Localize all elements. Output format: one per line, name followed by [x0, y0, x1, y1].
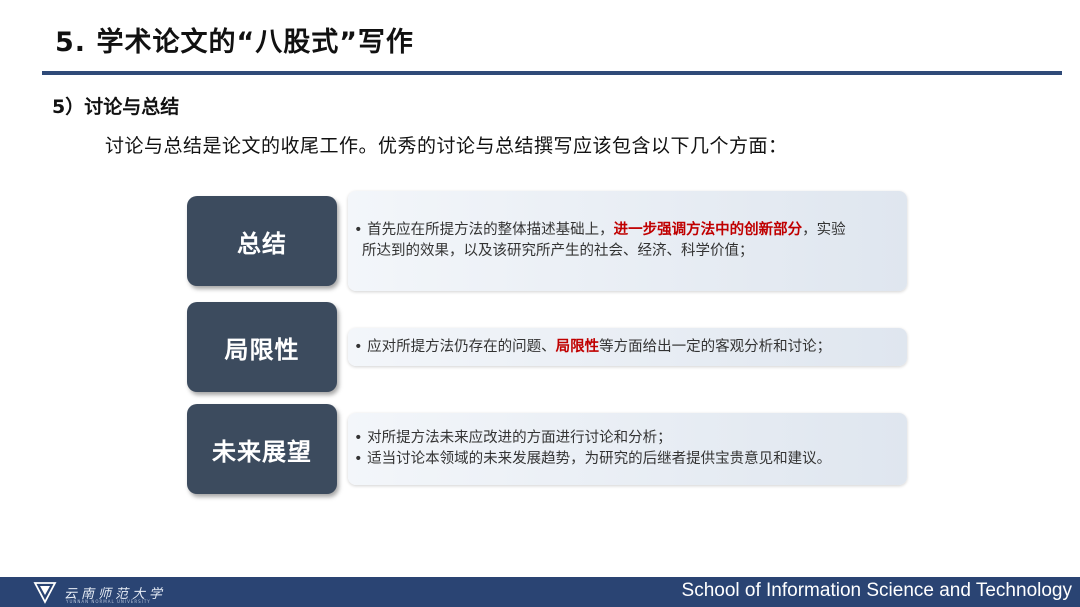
university-logo-icon: [33, 582, 57, 604]
row-limitations: 局限性 • 应对所提方法仍存在的问题、局限性等方面给出一定的客观分析和讨论；: [187, 302, 909, 392]
school-name: School of Information Science and Techno…: [681, 580, 1072, 601]
desc-box-limitations: • 应对所提方法仍存在的问题、局限性等方面给出一定的客观分析和讨论；: [348, 328, 907, 366]
desc-line: • 首先应在所提方法的整体描述基础上，进一步强调方法中的创新部分，实验: [354, 220, 897, 241]
desc-line: • 应对所提方法仍存在的问题、局限性等方面给出一定的客观分析和讨论；: [354, 337, 897, 358]
row-summary: 总结 • 首先应在所提方法的整体描述基础上，进一步强调方法中的创新部分，实验 所…: [187, 191, 909, 291]
label-box-outlook: 未来展望: [187, 404, 337, 494]
desc-line: • 适当讨论本领域的未来发展趋势，为研究的后继者提供宝贵意见和建议。: [354, 451, 832, 467]
title-rule: [42, 71, 1062, 75]
row-outlook: 未来展望 • 对所提方法未来应改进的方面进行讨论和分析； • 适当讨论本领域的未…: [187, 404, 909, 494]
intro-text: 讨论与总结是论文的收尾工作。优秀的讨论与总结撰写应该包含以下几个方面：: [105, 135, 788, 157]
desc-line: • 对所提方法未来应改进的方面进行讨论和分析；: [354, 430, 672, 446]
highlight-text: 进一步强调方法中的创新部分: [613, 222, 803, 238]
label-box-summary: 总结: [187, 196, 337, 286]
university-logo-subtext: YUNNAN NORMAL UNIVERSITY: [66, 599, 151, 604]
desc-box-summary: • 首先应在所提方法的整体描述基础上，进一步强调方法中的创新部分，实验 所达到的…: [348, 191, 907, 291]
desc-text: • 应对所提方法仍存在的问题、: [354, 338, 556, 355]
slide-title: 5. 学术论文的“八股式”写作: [55, 27, 414, 58]
section-heading: 5）讨论与总结: [52, 96, 180, 118]
footer-bar: 云南师范大学 YUNNAN NORMAL UNIVERSITY School o…: [0, 577, 1080, 607]
desc-text: • 首先应在所提方法的整体描述基础上，: [354, 222, 614, 238]
label-box-limitations: 局限性: [187, 302, 337, 392]
desc-line: 所达到的效果，以及该研究所产生的社会、经济、科学价值；: [362, 243, 754, 259]
desc-text: ，实验: [802, 222, 846, 238]
desc-text: 等方面给出一定的客观分析和讨论；: [599, 338, 832, 355]
desc-box-outlook: • 对所提方法未来应改进的方面进行讨论和分析； • 适当讨论本领域的未来发展趋势…: [348, 413, 907, 485]
highlight-text: 局限性: [555, 338, 600, 355]
